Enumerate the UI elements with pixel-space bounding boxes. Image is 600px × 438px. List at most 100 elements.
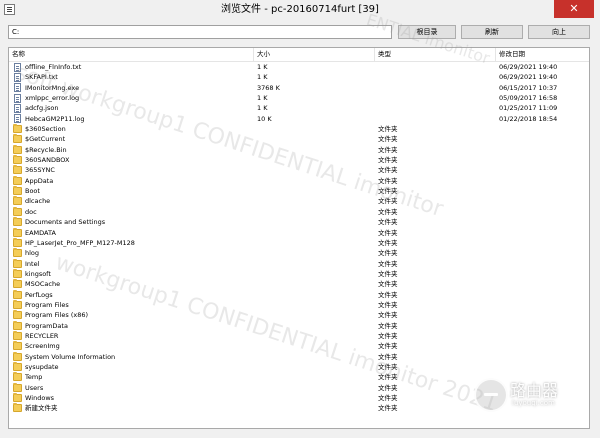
list-item[interactable]: System Volume Information 文件夹 bbox=[9, 351, 589, 362]
item-size bbox=[257, 145, 375, 155]
list-item[interactable]: HP_LaserJet_Pro_MFP_M127-M128 文件夹 bbox=[9, 237, 589, 248]
item-size: 1 K bbox=[257, 94, 268, 103]
item-date: 05/09/2017 16:58 bbox=[499, 94, 558, 103]
list-item[interactable]: Documents and Settings 文件夹 bbox=[9, 217, 589, 227]
root-button[interactable]: 根目录 bbox=[398, 25, 456, 39]
list-item[interactable]: doc 文件夹 bbox=[9, 206, 589, 217]
list-item[interactable]: RECYCLER 文件夹 bbox=[9, 330, 589, 341]
item-type: 文件夹 bbox=[378, 269, 398, 278]
item-type: 文件夹 bbox=[378, 362, 398, 371]
item-type: 文件夹 bbox=[378, 166, 398, 175]
file-icon bbox=[14, 114, 21, 124]
list-rows: offline_FlnInfo.txt 1 K 06/29/2021 19:40 SK… bbox=[9, 62, 589, 414]
list-item[interactable]: SKFAPI.txt 1 K 06/29/2021 19:40 bbox=[9, 72, 589, 82]
item-name: 新建文件夹 bbox=[25, 404, 58, 413]
item-name: AppData bbox=[25, 176, 54, 185]
item-name: dlcache bbox=[25, 197, 51, 206]
item-type bbox=[378, 114, 496, 124]
folder-icon bbox=[13, 351, 22, 361]
close-button[interactable]: ✕ bbox=[554, 0, 594, 18]
item-size bbox=[257, 238, 375, 248]
list-item[interactable]: IMonitorMng.exe 3768 K 06/15/2017 10:37 bbox=[9, 83, 589, 93]
list-item[interactable]: sysupdate 文件夹 bbox=[9, 361, 589, 372]
folder-icon bbox=[13, 155, 22, 165]
item-name: ScreenImg bbox=[25, 342, 60, 351]
list-item[interactable]: ScreenImg 文件夹 bbox=[9, 341, 589, 351]
item-type: 文件夹 bbox=[378, 342, 398, 351]
item-size: 1 K bbox=[257, 63, 268, 71]
item-date bbox=[499, 238, 589, 248]
list-item[interactable]: HebcaGM2P11.log 10 K 01/22/2018 18:54 bbox=[9, 114, 589, 124]
file-icon bbox=[14, 83, 21, 93]
item-name: Program Files bbox=[25, 300, 69, 309]
item-size bbox=[257, 248, 375, 258]
list-header: 名称 大小 类型 修改日期 bbox=[9, 48, 589, 62]
item-size bbox=[257, 259, 375, 269]
list-item[interactable]: Program Files (x86) 文件夹 bbox=[9, 310, 589, 320]
list-item[interactable]: xmlppc_error.log 1 K 05/09/2017 16:58 bbox=[9, 93, 589, 103]
item-date bbox=[499, 196, 589, 206]
item-date bbox=[499, 279, 589, 289]
list-item[interactable]: hlog 文件夹 bbox=[9, 248, 589, 258]
item-type: 文件夹 bbox=[378, 259, 398, 268]
item-name: 360SANDBOX bbox=[25, 156, 70, 165]
path-input[interactable] bbox=[8, 25, 392, 39]
list-item[interactable]: offline_FlnInfo.txt 1 K 06/29/2021 19:40 bbox=[9, 62, 589, 72]
list-item[interactable]: 365SYNC 文件夹 bbox=[9, 165, 589, 175]
list-item[interactable]: $GetCurrent 文件夹 bbox=[9, 134, 589, 144]
item-date: 06/29/2021 19:40 bbox=[499, 63, 558, 71]
item-size bbox=[257, 279, 375, 289]
item-size bbox=[257, 321, 375, 331]
item-name: Temp bbox=[25, 373, 43, 382]
item-type bbox=[378, 83, 496, 93]
folder-icon bbox=[13, 372, 22, 382]
refresh-button[interactable]: 刷新 bbox=[461, 25, 523, 39]
list-item[interactable]: kingsoft 文件夹 bbox=[9, 268, 589, 279]
list-item[interactable]: MSOCache 文件夹 bbox=[9, 279, 589, 289]
folder-icon bbox=[13, 186, 22, 196]
list-item[interactable]: ProgramData 文件夹 bbox=[9, 320, 589, 331]
item-size bbox=[257, 207, 375, 217]
item-size bbox=[257, 362, 375, 372]
item-type: 文件夹 bbox=[378, 228, 398, 237]
list-item[interactable]: adcfg.json 1 K 01/25/2017 11:09 bbox=[9, 103, 589, 113]
list-item[interactable]: 360SANDBOX 文件夹 bbox=[9, 155, 589, 165]
window-title: 浏览文件 - pc-20160714furt [39] bbox=[221, 4, 379, 15]
list-item[interactable]: $Recycle.Bin 文件夹 bbox=[9, 144, 589, 155]
item-size bbox=[257, 196, 375, 206]
item-size bbox=[257, 310, 375, 320]
item-name: $Recycle.Bin bbox=[25, 145, 67, 154]
item-type: 文件夹 bbox=[378, 135, 398, 144]
logo-subtext: luyouqi.com bbox=[512, 399, 555, 407]
item-type bbox=[378, 103, 496, 113]
item-date bbox=[499, 145, 589, 155]
item-type: 文件夹 bbox=[378, 249, 398, 258]
item-date bbox=[499, 134, 589, 144]
item-type: 文件夹 bbox=[378, 290, 398, 299]
item-size bbox=[257, 341, 375, 351]
column-header-name[interactable]: 名称 bbox=[9, 48, 254, 61]
item-size bbox=[257, 372, 375, 382]
column-header-type[interactable]: 类型 bbox=[375, 48, 496, 61]
item-size bbox=[257, 217, 375, 227]
list-item[interactable]: Boot 文件夹 bbox=[9, 186, 589, 196]
item-type: 文件夹 bbox=[378, 187, 398, 196]
up-button[interactable]: 向上 bbox=[528, 25, 590, 39]
folder-icon bbox=[13, 279, 22, 289]
list-item[interactable]: EAMDATA 文件夹 bbox=[9, 227, 589, 238]
logo-text: 路由器 bbox=[510, 381, 559, 400]
folder-icon bbox=[13, 175, 22, 185]
list-item[interactable]: $360Section 文件夹 bbox=[9, 124, 589, 134]
list-item[interactable]: dlcache 文件夹 bbox=[9, 196, 589, 206]
item-size bbox=[257, 228, 375, 238]
item-type: 文件夹 bbox=[378, 156, 398, 165]
item-size: 1 K bbox=[257, 73, 268, 82]
site-logo: 路由器 luyouqi.com bbox=[470, 372, 592, 416]
column-header-size[interactable]: 大小 bbox=[254, 48, 375, 61]
item-name: xmlppc_error.log bbox=[25, 94, 80, 103]
list-item[interactable]: Program Files 文件夹 bbox=[9, 299, 589, 310]
list-item[interactable]: Intel 文件夹 bbox=[9, 258, 589, 269]
list-item[interactable]: AppData 文件夹 bbox=[9, 175, 589, 186]
list-item[interactable]: PerfLogs 文件夹 bbox=[9, 289, 589, 300]
column-header-date[interactable]: 修改日期 bbox=[496, 48, 589, 61]
